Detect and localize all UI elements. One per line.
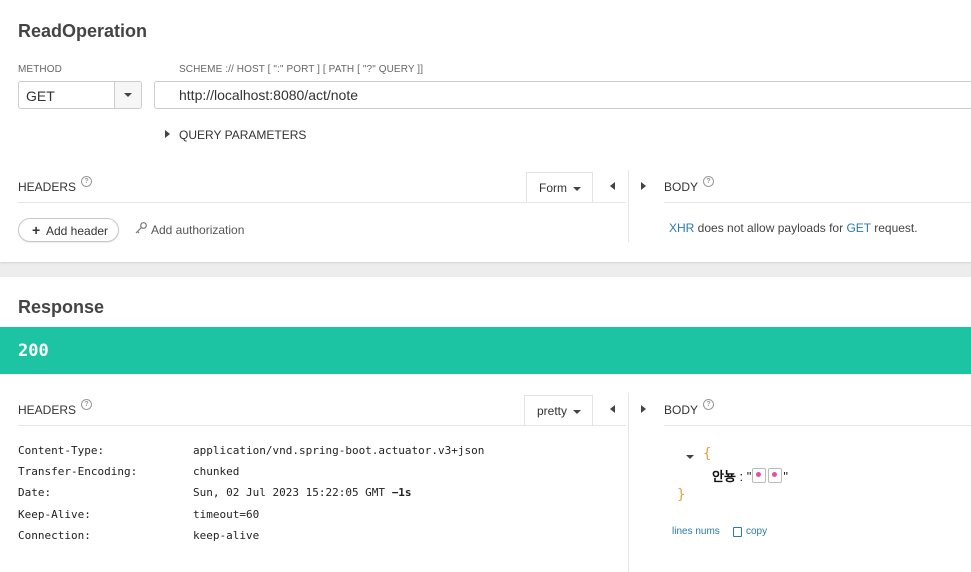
query-parameters-label: QUERY PARAMETERS	[179, 128, 307, 142]
collapse-left-icon[interactable]	[610, 405, 615, 413]
help-icon[interactable]: ?	[703, 176, 714, 187]
response-title: Response	[18, 297, 105, 317]
headers-mode-dropdown[interactable]: Form	[526, 172, 593, 202]
key-icon	[135, 222, 147, 234]
header-key: Transfer-Encoding:	[18, 465, 138, 478]
header-key: Keep-Alive:	[18, 508, 91, 521]
status-code: 200	[18, 341, 49, 361]
date-value: Sun, 02 Jul 2023 15:22:05 GMT	[193, 486, 392, 499]
response-headers-label: HEADERS	[18, 403, 77, 417]
panel-divider	[628, 393, 629, 572]
divider	[18, 202, 626, 203]
status-bar: 200	[0, 327, 971, 374]
json-open-brace: {	[703, 446, 712, 462]
expand-right-icon[interactable]	[641, 182, 646, 190]
method-label: METHOD	[18, 64, 62, 75]
headers-label: HEADERS	[18, 180, 77, 194]
divider	[664, 425, 971, 426]
json-quote: "	[783, 469, 789, 484]
panel-divider	[628, 170, 629, 242]
json-entry: 안뇽 : " "	[712, 466, 788, 485]
xhr-link[interactable]: XHR	[669, 221, 694, 235]
divider	[664, 202, 971, 203]
collapse-json-icon[interactable]	[686, 455, 694, 459]
method-dropdown-toggle[interactable]	[114, 82, 141, 108]
add-header-button[interactable]: + Add header	[18, 218, 119, 242]
header-key: Content-Type:	[18, 444, 105, 457]
headers-mode-value: Form	[539, 181, 567, 195]
body-message-text: does not allow payloads for	[694, 221, 847, 235]
lines-nums-toggle[interactable]: lines nums	[672, 526, 720, 537]
help-icon[interactable]: ?	[81, 176, 92, 187]
operation-title: ReadOperation	[18, 21, 148, 41]
emoji-glyph-icon	[768, 468, 783, 483]
method-select[interactable]: GET	[18, 81, 142, 109]
chevron-down-icon	[573, 187, 581, 191]
json-quote: "	[746, 469, 752, 484]
url-label: SCHEME :// HOST [ ":" PORT ] [ PATH [ "?…	[179, 64, 424, 75]
expand-right-icon[interactable]	[641, 405, 646, 413]
copy-icon	[733, 527, 742, 537]
header-value: keep-alive	[193, 529, 260, 542]
help-icon[interactable]: ?	[81, 399, 92, 410]
body-message-end: request.	[870, 221, 918, 235]
method-link[interactable]: GET	[846, 221, 870, 235]
header-key: Date:	[18, 486, 52, 499]
request-panel: ReadOperation METHOD SCHEME :// HOST [ "…	[0, 0, 971, 262]
add-header-label: Add header	[46, 224, 109, 238]
url-input[interactable]	[154, 81, 971, 109]
copy-label: copy	[746, 526, 768, 537]
json-close-brace: }	[677, 487, 686, 503]
header-value: Sun, 02 Jul 2023 15:22:05 GMT −1s	[193, 486, 412, 499]
emoji-glyph-icon	[752, 468, 767, 483]
response-format-value: pretty	[537, 404, 568, 418]
expand-arrow-icon	[165, 130, 170, 138]
response-body-label: BODY	[664, 403, 699, 417]
chevron-down-icon	[124, 93, 132, 97]
date-offset: −1s	[391, 486, 412, 499]
response-format-dropdown[interactable]: pretty	[524, 395, 593, 425]
json-value: " "	[746, 468, 789, 484]
divider	[18, 425, 626, 426]
body-label: BODY	[664, 180, 699, 194]
body-message: XHR does not allow payloads for GET requ…	[669, 221, 918, 235]
method-value: GET	[26, 88, 55, 104]
header-value: timeout=60	[193, 508, 260, 521]
plus-icon: +	[32, 222, 41, 238]
help-icon[interactable]: ?	[703, 399, 714, 410]
json-separator: :	[735, 469, 747, 484]
add-authorization-label: Add authorization	[151, 223, 245, 237]
collapse-left-icon[interactable]	[610, 182, 615, 190]
chevron-down-icon	[573, 410, 581, 414]
header-key: Connection:	[18, 529, 91, 542]
header-value: application/vnd.spring-boot.actuator.v3+…	[193, 444, 485, 457]
json-key: 안뇽	[712, 469, 736, 484]
header-value: chunked	[193, 465, 240, 478]
